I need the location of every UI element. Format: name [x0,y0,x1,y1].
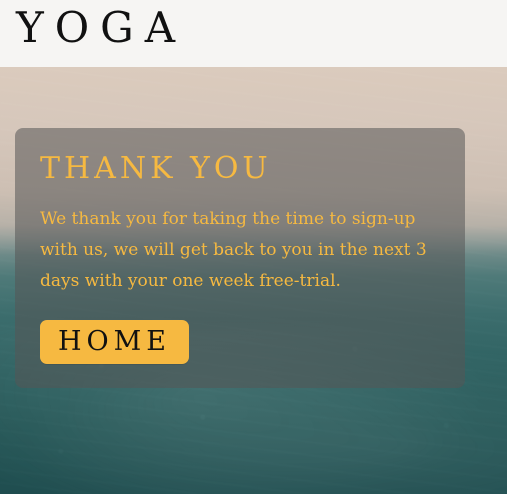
thank-you-message: We thank you for taking the time to sign… [40,209,427,291]
home-button[interactable]: HOME [40,320,189,364]
thank-you-title: THANK YOU [40,151,272,186]
site-header: YOGA [0,0,507,67]
site-logo: YOGA [16,3,187,52]
page: YOGA THANK YOU We thank you for taking t… [0,0,507,494]
thank-you-card: THANK YOU We thank you for taking the ti… [15,128,465,388]
